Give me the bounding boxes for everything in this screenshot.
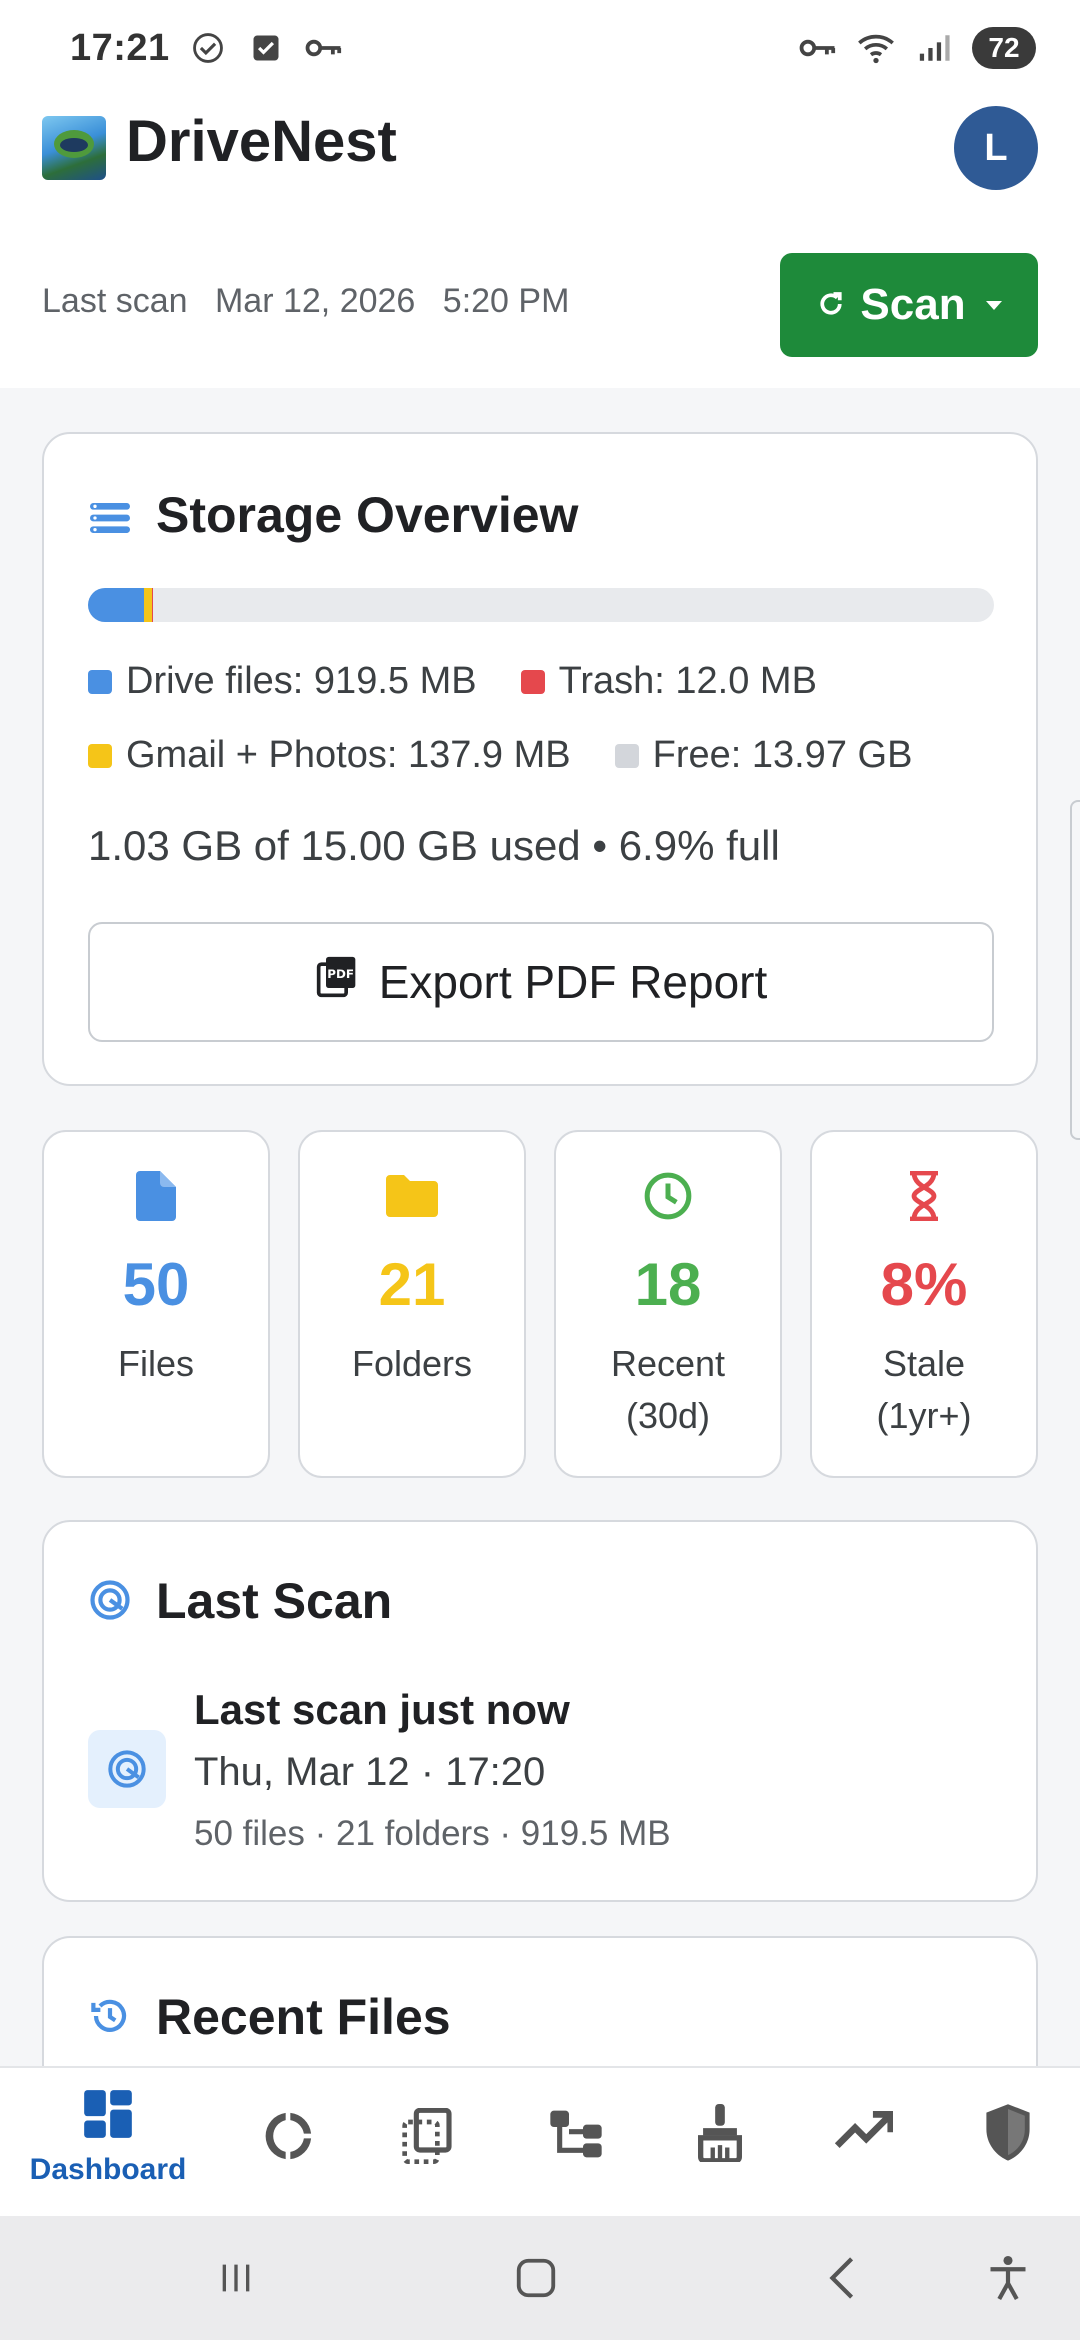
folder-icon — [300, 1168, 524, 1224]
last-scan-time: 5:20 PM — [442, 282, 570, 320]
scan-button-label: Scan — [860, 280, 966, 329]
recent-files-title: Recent Files — [156, 1989, 451, 2045]
storage-title: Storage Overview — [156, 487, 579, 543]
history-icon — [88, 1994, 132, 2038]
last-scan-label: Last scan — [42, 282, 188, 320]
usage-segment-gmail-photos — [143, 588, 152, 622]
legend-swatch-drive — [88, 669, 112, 694]
stat-value-recent: 18 — [634, 1251, 702, 1318]
nav-duplicates[interactable] — [358, 2107, 498, 2228]
stat-value-stale: 8% — [880, 1251, 968, 1318]
stat-label-stale-line1: Stale — [882, 1343, 966, 1384]
stat-value-files: 50 — [122, 1251, 190, 1318]
nav-dashboard-label: Dashboard — [29, 2153, 187, 2186]
donut-chart-icon — [260, 2108, 316, 2169]
chevron-down-icon[interactable] — [985, 300, 1002, 310]
accessibility-icon[interactable] — [976, 2246, 1040, 2310]
scan-date: Thu, Mar 12 · 17:20 — [194, 1750, 546, 1794]
avatar[interactable]: L — [954, 106, 1038, 190]
scan-headline: Last scan just now — [194, 1686, 570, 1733]
legend-row-1: Drive files: 919.5 MB Trash: 12.0 MB — [88, 660, 817, 703]
file-icon — [44, 1168, 268, 1224]
stat-card-folders[interactable]: 21 Folders — [298, 1130, 526, 1478]
last-scan-card: Last Scan Last scan just now Thu, Mar 12… — [42, 1520, 1038, 1902]
legend-label-drive: Drive files: 919.5 MB — [126, 660, 477, 702]
export-pdf-label: Export PDF Report — [378, 956, 768, 1008]
recent-apps-icon[interactable] — [204, 2246, 268, 2310]
hourglass-icon — [812, 1168, 1036, 1224]
refresh-icon — [816, 280, 846, 330]
key-icon — [798, 28, 838, 68]
legend-swatch-free — [614, 743, 639, 768]
battery-indicator: 72 — [972, 27, 1046, 69]
stat-card-stale[interactable]: 8% Stale (1yr+) — [810, 1130, 1038, 1478]
radar-icon — [88, 1730, 166, 1808]
app-logo — [42, 116, 106, 180]
last-scan-date: Mar 12, 2026 — [214, 282, 416, 320]
stat-label-files: Files — [117, 1343, 194, 1384]
storage-usage-bar — [88, 588, 994, 622]
clock-icon — [556, 1168, 780, 1224]
legend-label-free: Free: 13.97 GB — [652, 734, 913, 776]
nav-storage-chart[interactable] — [218, 2108, 358, 2228]
legend-row-2: Gmail + Photos: 137.9 MB Free: 13.97 GB — [88, 734, 912, 777]
app-header: DriveNest L Last scan Mar 12, 2026 5:20 … — [0, 96, 1080, 388]
nav-security[interactable] — [938, 2104, 1078, 2224]
legend-item-drive: Drive files: 919.5 MB — [88, 660, 477, 703]
stat-card-files[interactable]: 50 Files — [42, 1130, 270, 1478]
legend-swatch-gmail-photos — [88, 743, 112, 768]
cleanup-brush-icon — [695, 2104, 745, 2167]
usage-segment-drive — [88, 588, 144, 622]
nav-folder-tree[interactable] — [506, 2108, 646, 2228]
key-icon — [304, 28, 344, 68]
radar-icon — [88, 1578, 132, 1622]
export-pdf-button[interactable]: PDF Export PDF Report — [88, 922, 994, 1042]
stat-label-stale-line2: (1yr+) — [876, 1395, 972, 1436]
duplicates-icon — [402, 2107, 454, 2169]
app-title: DriveNest — [126, 109, 397, 174]
nav-trends[interactable] — [794, 2108, 934, 2228]
wifi-icon — [856, 28, 896, 68]
shield-icon — [984, 2104, 1032, 2167]
stat-label-folders: Folders — [351, 1343, 473, 1384]
legend-label-gmail-photos: Gmail + Photos: 137.9 MB — [126, 734, 571, 776]
scroll-handle[interactable] — [1070, 800, 1080, 1140]
usage-segment-trash — [151, 588, 153, 622]
storage-overview-card: Storage Overview Drive files: 919.5 MB T… — [42, 432, 1038, 1086]
home-icon[interactable] — [504, 2246, 568, 2310]
status-time: 17:21 — [70, 26, 170, 69]
stat-value-folders: 21 — [378, 1251, 446, 1318]
stat-label-recent-line2: (30d) — [625, 1395, 711, 1436]
signal-icon — [914, 28, 954, 68]
scan-summary: 50 files · 21 folders · 919.5 MB — [194, 1814, 671, 1853]
nav-dashboard[interactable]: Dashboard — [30, 2088, 186, 2208]
legend-item-free: Free: 13.97 GB — [614, 734, 913, 777]
storage-list-icon — [88, 496, 132, 540]
legend-swatch-trash — [520, 669, 545, 694]
status-bar: 17:21 72 — [0, 0, 1080, 96]
checkbox-icon — [246, 28, 286, 68]
bottom-nav: Dashboard — [0, 2066, 1080, 2216]
legend-label-trash: Trash: 12.0 MB — [558, 660, 817, 702]
dashboard-icon — [82, 2088, 134, 2145]
system-nav-bar — [0, 2216, 1080, 2340]
last-scan-title: Last Scan — [156, 1573, 393, 1629]
check-circle-icon — [188, 28, 228, 68]
svg-text:PDF: PDF — [327, 966, 354, 980]
last-scan-info: Last scan Mar 12, 2026 5:20 PM — [42, 282, 587, 321]
nav-cleanup[interactable] — [650, 2104, 790, 2224]
trending-icon — [834, 2108, 895, 2157]
scan-button[interactable]: Scan — [780, 253, 1038, 357]
stat-label-stale: Stale (1yr+) — [812, 1338, 1036, 1442]
screen: 17:21 72 DriveNest L Last scan Mar 12, 2… — [0, 0, 1080, 2340]
stat-label-recent: Recent (30d) — [556, 1338, 780, 1442]
legend-item-gmail-photos: Gmail + Photos: 137.9 MB — [88, 734, 571, 777]
pdf-icon: PDF — [315, 955, 359, 1010]
stat-label-recent-line1: Recent — [610, 1343, 726, 1384]
tree-icon — [548, 2108, 604, 2165]
stat-card-recent[interactable]: 18 Recent (30d) — [554, 1130, 782, 1478]
storage-usage-text: 1.03 GB of 15.00 GB used • 6.9% full — [88, 822, 780, 869]
legend-item-trash: Trash: 12.0 MB — [520, 660, 817, 703]
back-icon[interactable] — [810, 2246, 874, 2310]
